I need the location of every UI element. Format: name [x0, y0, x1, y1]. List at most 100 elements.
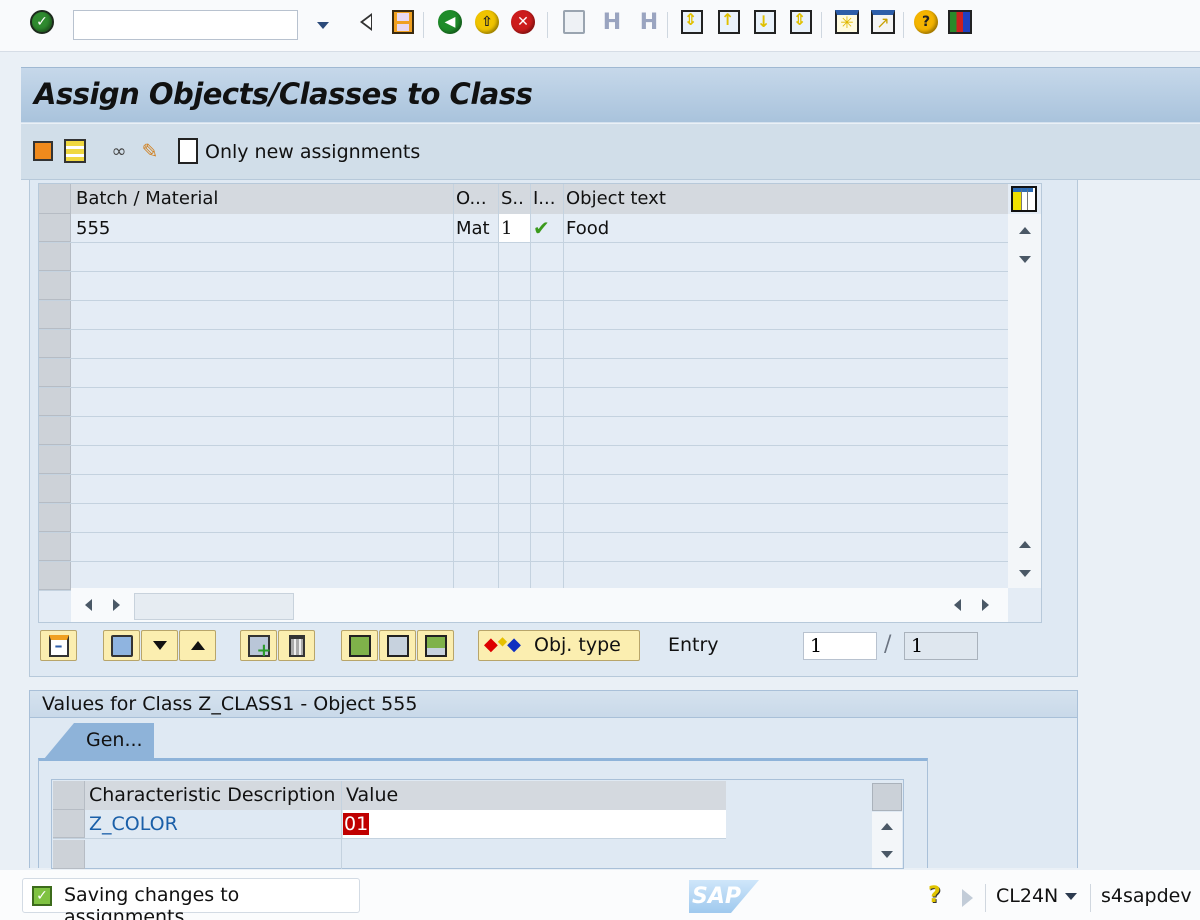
- new-document-icon[interactable]: [176, 138, 200, 164]
- cell-batch-material[interactable]: [73, 533, 453, 561]
- cell-object-type[interactable]: [453, 446, 498, 474]
- cell-object-text[interactable]: [563, 388, 1003, 416]
- entry-input[interactable]: [803, 632, 877, 660]
- cell-indicator[interactable]: [530, 359, 563, 387]
- cell-status[interactable]: [498, 446, 530, 474]
- cell-object-text[interactable]: [563, 504, 1003, 532]
- class-hierarchy-icon[interactable]: [63, 138, 87, 164]
- cell-object-text[interactable]: [563, 301, 1003, 329]
- column-header-object-text[interactable]: Object text: [563, 184, 1003, 214]
- find-in-grid-button[interactable]: [103, 630, 140, 661]
- cell-object-text[interactable]: [563, 475, 1003, 503]
- select-all-rows-button[interactable]: [341, 630, 378, 661]
- cell-object-text[interactable]: [563, 243, 1003, 271]
- cell-batch-material[interactable]: [73, 475, 453, 503]
- cell-indicator[interactable]: [530, 475, 563, 503]
- change-icon[interactable]: ✎: [138, 138, 162, 164]
- cell-indicator[interactable]: [530, 417, 563, 445]
- cell-indicator[interactable]: ✔: [530, 214, 563, 242]
- expand-status-icon[interactable]: [962, 889, 973, 907]
- cell-batch-material[interactable]: 555: [73, 214, 453, 242]
- insert-row-button[interactable]: +: [240, 630, 277, 661]
- cell-batch-material[interactable]: [73, 388, 453, 416]
- cell-indicator[interactable]: [530, 301, 563, 329]
- cell-indicator[interactable]: [530, 562, 563, 590]
- row-select-handle[interactable]: [39, 272, 71, 300]
- cell-status[interactable]: [498, 301, 530, 329]
- save-icon[interactable]: [389, 8, 417, 36]
- create-session-icon[interactable]: ✳: [833, 8, 861, 36]
- horizontal-scrollbar[interactable]: [71, 588, 1008, 622]
- cell-status[interactable]: [498, 417, 530, 445]
- characteristic-description[interactable]: Z_COLOR: [86, 810, 341, 838]
- scroll-right-end-icon[interactable]: [982, 599, 989, 611]
- transaction-dropdown-icon[interactable]: [1065, 893, 1077, 900]
- customize-layout-icon[interactable]: [946, 8, 974, 36]
- column-header-indicator[interactable]: I...: [530, 184, 563, 214]
- sort-ascending-button[interactable]: [179, 630, 216, 661]
- cell-object-type[interactable]: [453, 417, 498, 445]
- command-field[interactable]: [73, 10, 298, 40]
- cell-object-text[interactable]: [563, 417, 1003, 445]
- status-message[interactable]: ✓ Saving changes to assignments: [22, 878, 360, 920]
- scroll-page-down-icon[interactable]: [1008, 559, 1041, 587]
- cell-status[interactable]: [498, 272, 530, 300]
- cell-status[interactable]: [498, 475, 530, 503]
- scroll-right-icon[interactable]: [113, 599, 120, 611]
- last-page-icon[interactable]: ⇕: [787, 8, 815, 36]
- cell-object-type[interactable]: [453, 272, 498, 300]
- find-next-icon[interactable]: H: [635, 8, 663, 36]
- cell-object-text[interactable]: [563, 446, 1003, 474]
- cell-object-type[interactable]: [453, 533, 498, 561]
- vertical-scrollbar[interactable]: [1008, 214, 1041, 588]
- cell-indicator[interactable]: [530, 388, 563, 416]
- column-header-batch-material[interactable]: Batch / Material: [73, 184, 453, 214]
- scroll-up-icon[interactable]: [872, 812, 902, 840]
- exit-icon[interactable]: ⇧: [473, 8, 501, 36]
- column-header-status[interactable]: S..: [498, 184, 530, 214]
- next-page-icon[interactable]: ↓: [751, 8, 779, 36]
- cell-batch-material[interactable]: [73, 562, 453, 590]
- characteristic-value-input[interactable]: 01: [343, 810, 726, 838]
- scroll-page-up-icon[interactable]: [1008, 530, 1041, 558]
- cell-status[interactable]: [498, 359, 530, 387]
- cell-status[interactable]: 1: [498, 214, 530, 242]
- select-all-handle[interactable]: [39, 184, 71, 214]
- first-page-icon[interactable]: ⇕: [678, 8, 706, 36]
- only-new-assignments-button[interactable]: Only new assignments: [205, 141, 420, 163]
- cell-object-type[interactable]: [453, 243, 498, 271]
- cell-status[interactable]: [498, 243, 530, 271]
- row-select-handle[interactable]: [39, 388, 71, 416]
- scroll-left-end-icon[interactable]: [954, 599, 961, 611]
- cell-indicator[interactable]: [530, 504, 563, 532]
- row-select-handle[interactable]: [39, 533, 71, 561]
- find-icon[interactable]: H: [598, 8, 626, 36]
- cell-status[interactable]: [498, 388, 530, 416]
- status-help-icon[interactable]: ?: [928, 883, 941, 908]
- cell-object-type[interactable]: Mat: [453, 214, 498, 242]
- scroll-down-icon[interactable]: [872, 840, 902, 868]
- row-select-handle[interactable]: [39, 359, 71, 387]
- cell-status[interactable]: [498, 504, 530, 532]
- cell-object-type[interactable]: [453, 388, 498, 416]
- cell-object-text[interactable]: Food: [563, 214, 1003, 242]
- cell-batch-material[interactable]: [73, 272, 453, 300]
- enter-icon[interactable]: ✓: [28, 8, 56, 36]
- tab-general[interactable]: Gen...: [44, 723, 154, 759]
- cell-batch-material[interactable]: [73, 359, 453, 387]
- cell-batch-material[interactable]: [73, 446, 453, 474]
- row-select-handle[interactable]: [39, 301, 71, 329]
- print-icon[interactable]: [560, 8, 588, 36]
- cell-indicator[interactable]: [530, 243, 563, 271]
- cell-object-type[interactable]: [453, 562, 498, 590]
- column-header-value[interactable]: Value: [343, 781, 723, 810]
- deselect-all-rows-button[interactable]: [379, 630, 416, 661]
- cell-object-text[interactable]: [563, 562, 1003, 590]
- cell-status[interactable]: [498, 533, 530, 561]
- cancel-icon[interactable]: ✕: [509, 8, 537, 36]
- object-type-button[interactable]: ◆◆◆ Obj. type: [478, 630, 640, 661]
- command-dropdown-icon[interactable]: [312, 14, 334, 36]
- back-icon[interactable]: ◀: [436, 8, 464, 36]
- cell-object-text[interactable]: [563, 272, 1003, 300]
- cell-batch-material[interactable]: [73, 330, 453, 358]
